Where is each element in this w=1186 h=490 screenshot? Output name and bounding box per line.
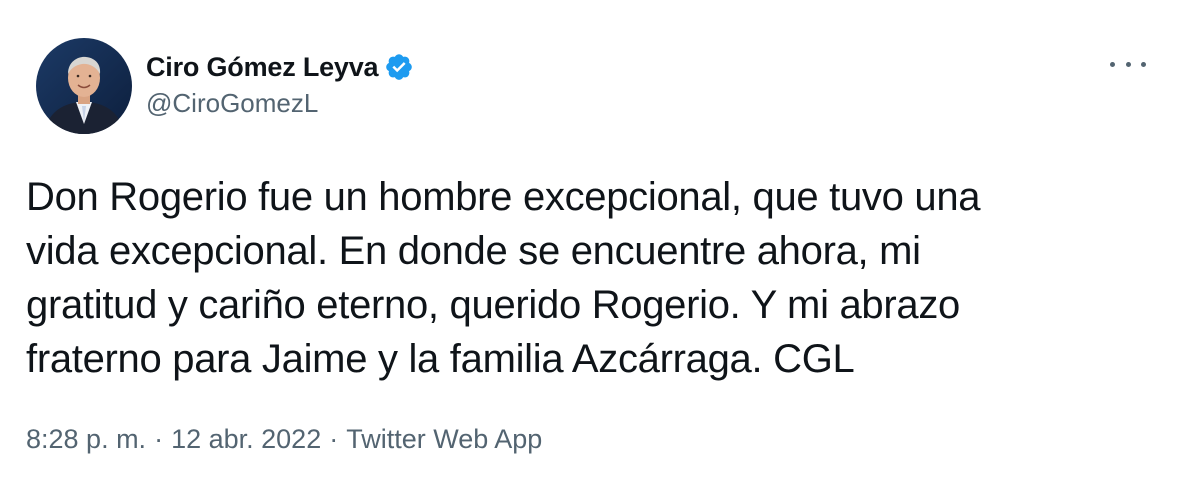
- tweet-time[interactable]: 8:28 p. m.: [26, 424, 146, 454]
- tweet-text: Don Rogerio fue un hombre excepcional, q…: [26, 170, 1156, 386]
- tweet-text-line: vida excepcional. En donde se encuentre …: [26, 229, 921, 273]
- tweet-text-line: gratitud y cariño eterno, querido Rogeri…: [26, 283, 960, 327]
- dot: [1141, 61, 1146, 67]
- avatar[interactable]: [36, 38, 132, 134]
- tweet-date[interactable]: 12 abr. 2022: [171, 424, 321, 454]
- meta-separator: ·: [329, 424, 339, 454]
- meta-separator: ·: [154, 424, 164, 454]
- author-block: Ciro Gómez Leyva @CiroGomezL: [146, 50, 414, 119]
- tweet-text-line: fraterno para Jaime y la familia Azcárra…: [26, 337, 855, 381]
- author-display-name[interactable]: Ciro Gómez Leyva: [146, 52, 379, 83]
- dot: [1110, 61, 1115, 67]
- tweet-card: Ciro Gómez Leyva @CiroGomezL Don Rogerio…: [0, 0, 1186, 490]
- tweet-meta: 8:28 p. m. · 12 abr. 2022 · Twitter Web App: [26, 424, 542, 455]
- avatar-photo: [36, 38, 132, 134]
- name-row: Ciro Gómez Leyva: [146, 50, 414, 84]
- verified-badge-icon: [384, 52, 414, 82]
- tweet-text-line: Don Rogerio fue un hombre excepcional, q…: [26, 175, 981, 219]
- more-options-icon[interactable]: [1110, 52, 1146, 76]
- author-handle[interactable]: @CiroGomezL: [146, 88, 414, 119]
- tweet-source[interactable]: Twitter Web App: [346, 424, 542, 454]
- dot: [1125, 61, 1131, 67]
